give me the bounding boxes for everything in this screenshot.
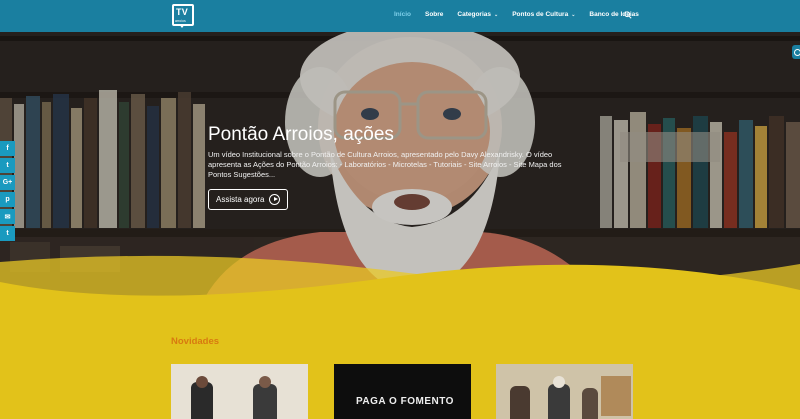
- nav-label: Pontos de Cultura: [512, 11, 569, 18]
- watch-now-button[interactable]: Assista agora: [208, 189, 289, 210]
- google-plus-glyph: G+: [2, 179, 13, 186]
- hero-title: Pontão Arroios, ações: [208, 124, 394, 145]
- nav-label: Início: [394, 11, 411, 18]
- site-header: TV arroios Início Sobre Categorias ⌄ Pon…: [0, 0, 800, 32]
- thumbnail-person-image: [582, 388, 598, 419]
- video-thumbnail[interactable]: PAGA O FOMENTO: [334, 364, 471, 419]
- watch-now-label: Assista agora: [216, 195, 265, 204]
- nav-item-inicio[interactable]: Início: [394, 11, 411, 18]
- nav-label: Sobre: [424, 11, 444, 18]
- play-icon: [269, 194, 281, 205]
- social-share-bar: f t G+ p ✉ t: [0, 141, 15, 243]
- search-icon[interactable]: [624, 11, 632, 19]
- video-thumbnail[interactable]: [171, 364, 308, 419]
- nav-label: Categorias: [457, 11, 492, 18]
- google-plus-icon[interactable]: G+: [0, 175, 15, 190]
- email-icon[interactable]: ✉: [0, 209, 15, 224]
- main-nav: Início Sobre Categorias ⌄ Pontos de Cult…: [394, 11, 639, 18]
- logo-text: TV: [176, 7, 189, 17]
- thumbnail-shelf-image: [601, 376, 631, 416]
- nav-item-sobre[interactable]: Sobre: [425, 11, 443, 18]
- video-thumbnail[interactable]: [496, 364, 633, 419]
- chevron-down-icon: ⌄: [571, 11, 576, 18]
- thumbnail-person-head: [259, 376, 271, 388]
- thumbnail-headline: PAGA O FOMENTO: [356, 396, 454, 407]
- nav-item-categorias[interactable]: Categorias ⌄: [457, 11, 498, 18]
- logo-subtext: arroios: [175, 19, 186, 23]
- wave-divider: [0, 255, 800, 312]
- pinterest-icon[interactable]: p: [0, 192, 15, 207]
- thumbnail-person-head: [196, 376, 208, 388]
- facebook-icon[interactable]: f: [0, 141, 15, 156]
- twitter-icon[interactable]: t: [0, 158, 15, 173]
- logo-tail-icon: [179, 24, 185, 28]
- thumbnail-person-image: [510, 386, 530, 419]
- logo[interactable]: TV arroios: [172, 4, 194, 28]
- accessibility-toggle-icon[interactable]: [792, 45, 800, 59]
- tumblr-icon[interactable]: t: [0, 226, 15, 241]
- nav-item-pontos-de-cultura[interactable]: Pontos de Cultura ⌄: [512, 11, 575, 18]
- twitter-glyph: t: [6, 162, 9, 169]
- thumbnail-person-image: [253, 384, 277, 419]
- facebook-glyph: f: [6, 145, 9, 152]
- thumbnail-person-head: [553, 376, 565, 388]
- email-glyph: ✉: [4, 213, 11, 221]
- hero-description: Um vídeo Institucional sobre o Pontão de…: [208, 150, 562, 179]
- tumblr-glyph: t: [6, 230, 9, 237]
- section-title-novidades: Novidades: [171, 336, 220, 347]
- chevron-down-icon: ⌄: [494, 11, 499, 18]
- thumbnail-person-image: [548, 384, 570, 419]
- pinterest-glyph: p: [5, 196, 10, 203]
